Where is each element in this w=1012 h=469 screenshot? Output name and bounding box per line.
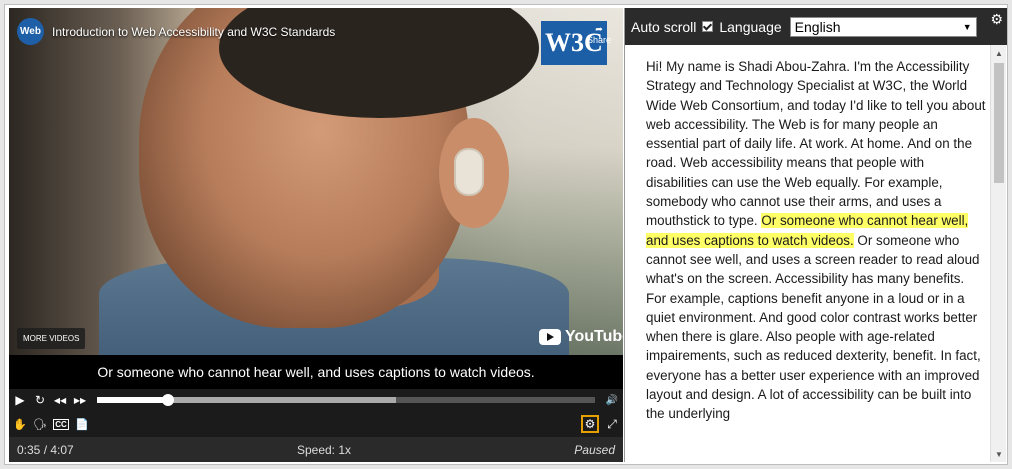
seek-handle[interactable]	[161, 394, 174, 406]
youtube-label: YouTube	[565, 328, 623, 345]
captions-icon[interactable]: CC	[53, 418, 69, 430]
transcript-panel: Auto scroll Language English ▼ ⚙ Hi! My …	[624, 8, 1007, 462]
auto-scroll-label: Auto scroll	[631, 18, 697, 35]
audio-description-icon[interactable]: 🗣	[33, 418, 47, 431]
seek-progress	[97, 397, 168, 403]
seek-controls: ▶ ↻ ◀◀ ▶▶ 🔊	[9, 389, 623, 411]
language-value: English	[794, 18, 841, 35]
media-player-frame: Web Introduction to Web Accessibility an…	[4, 4, 1008, 465]
elapsed-time: 0:35 / 4:07	[17, 442, 74, 457]
toolbar: ✋ 🗣 CC 📄 ⚙ ⤢	[9, 411, 623, 437]
scrollbar-thumb[interactable]	[994, 63, 1004, 183]
caption-text: Or someone who cannot hear well, and use…	[9, 355, 623, 389]
gear-icon[interactable]: ⚙	[990, 11, 1003, 28]
transcript-icon[interactable]: 📄	[75, 418, 89, 431]
fullscreen-icon[interactable]: ⤢	[605, 417, 619, 432]
transcript-text[interactable]: Hi! My name is Shadi Abou-Zahra. I'm the…	[625, 45, 991, 462]
scroll-up-icon[interactable]: ▲	[991, 45, 1007, 61]
youtube-logo[interactable]: YouTube	[539, 328, 623, 346]
share-button[interactable]: ➦ Share	[587, 24, 611, 46]
transcript-after: Or someone who cannot see well, and uses…	[646, 232, 981, 422]
auto-scroll-checkbox[interactable]	[702, 21, 714, 32]
transcript-scrollbar[interactable]: ▲ ▼	[990, 45, 1006, 462]
restart-icon[interactable]: ↻	[33, 393, 47, 407]
chevron-down-icon: ▼	[962, 21, 972, 32]
video-title[interactable]: Introduction to Web Accessibility and W3…	[52, 25, 335, 39]
playback-speed: Speed: 1x	[296, 442, 352, 457]
playback-state: Paused	[574, 442, 615, 457]
video-player: Web Introduction to Web Accessibility an…	[9, 8, 623, 462]
web-logo[interactable]: Web	[17, 18, 44, 45]
share-label: Share	[587, 35, 612, 45]
video-title-bar: Web Introduction to Web Accessibility an…	[17, 18, 335, 45]
volume-icon[interactable]: 🔊	[605, 395, 619, 406]
settings-icon[interactable]: ⚙	[581, 415, 599, 433]
transcript-header: Auto scroll Language English ▼ ⚙	[625, 8, 1007, 45]
earbud	[454, 148, 484, 196]
language-label: Language	[719, 18, 782, 35]
status-bar: 0:35 / 4:07 Speed: 1x Paused	[9, 437, 623, 462]
seek-bar[interactable]	[97, 394, 595, 406]
sign-language-icon[interactable]: ✋	[13, 418, 27, 431]
transcript-before: Hi! My name is Shadi Abou-Zahra. I'm the…	[646, 59, 986, 229]
rewind-icon[interactable]: ◀◀	[53, 396, 67, 405]
play-icon[interactable]: ▶	[13, 393, 27, 407]
more-videos-button[interactable]: MORE VIDEOS	[17, 328, 86, 349]
video-frame[interactable]: Web Introduction to Web Accessibility an…	[9, 8, 623, 355]
language-select[interactable]: English ▼	[789, 16, 977, 37]
scroll-down-icon[interactable]: ▼	[991, 446, 1007, 462]
fast-forward-icon[interactable]: ▶▶	[73, 396, 87, 405]
share-icon: ➦	[595, 24, 603, 34]
youtube-play-icon	[539, 329, 561, 345]
